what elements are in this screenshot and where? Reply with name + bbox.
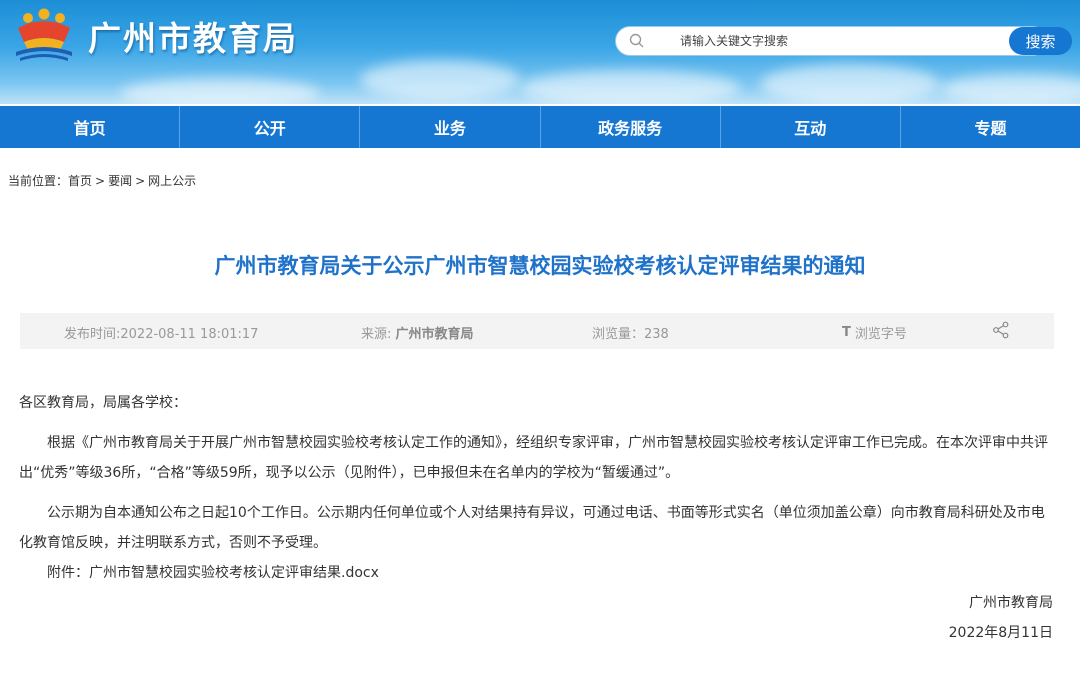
header-cloud-decoration xyxy=(940,74,1080,104)
font-size-icon: T xyxy=(842,325,851,340)
nav-item-government-services[interactable]: 政务服务 xyxy=(541,106,721,148)
source-value: 广州市教育局 xyxy=(395,327,474,342)
nav-item-home[interactable]: 首页 xyxy=(0,106,181,148)
article-source: 来源: 广州市教育局 xyxy=(361,323,474,342)
breadcrumb: 当前位置：首页 > 要闻 > 网上公示 xyxy=(8,172,196,189)
article-signature: 广州市教育局 xyxy=(969,595,1053,611)
nav-item-topics[interactable]: 专题 xyxy=(901,106,1080,148)
search-input[interactable] xyxy=(680,31,980,51)
breadcrumb-home-link[interactable]: 首页 xyxy=(68,174,92,188)
main-nav: 首页 公开 业务 政务服务 互动 专题 xyxy=(0,106,1080,148)
attachment-link[interactable]: 广州市智慧校园实验校考核认定评审结果.docx xyxy=(89,565,379,581)
font-size-toggle[interactable]: T 浏览字号 xyxy=(842,323,907,342)
attachment: 附件：广州市智慧校园实验校考核认定评审结果.docx xyxy=(19,558,1055,588)
source-label: 来源: xyxy=(361,327,396,342)
search-button[interactable]: 搜索 xyxy=(1009,27,1072,55)
article-paragraph: 根据《广州市教育局关于开展广州市智慧校园实验校考核认定工作的通知》，经组织专家评… xyxy=(19,435,1048,481)
breadcrumb-separator: > xyxy=(95,174,106,188)
site-name[interactable]: 广州市教育局 xyxy=(88,12,298,60)
header-cloud-decoration xyxy=(760,64,940,104)
share-icon[interactable] xyxy=(992,321,1010,339)
nav-item-business[interactable]: 业务 xyxy=(360,106,541,148)
breadcrumb-news-link[interactable]: 要闻 xyxy=(108,174,132,188)
attachment-label: 附件： xyxy=(47,565,89,581)
header-cloud-decoration xyxy=(520,70,740,104)
article-body: 各区教育局，局属各学校： 根据《广州市教育局关于开展广州市智慧校园实验校考核认定… xyxy=(19,388,1055,648)
header-cloud-decoration xyxy=(120,78,320,104)
nav-item-disclosure[interactable]: 公开 xyxy=(180,106,361,148)
breadcrumb-public-notice-link[interactable]: 网上公示 xyxy=(148,174,196,188)
view-count: 浏览量：238 xyxy=(592,327,669,342)
nav-item-interaction[interactable]: 互动 xyxy=(721,106,901,148)
site-header: 广州市教育局 搜索 xyxy=(0,0,1080,104)
header-cloud-decoration xyxy=(360,60,520,100)
article-paragraph: 公示期为自本通知公布之日起10个工作日。公示期内任何单位或个人对结果持有异议，可… xyxy=(19,505,1045,551)
article-title: 广州市教育局关于公示广州市智慧校园实验校考核认定评审结果的通知 xyxy=(214,254,866,278)
font-size-label: 浏览字号 xyxy=(854,327,907,342)
education-bureau-logo-icon[interactable] xyxy=(12,8,76,64)
search-icon xyxy=(629,33,644,48)
breadcrumb-separator: > xyxy=(135,174,146,188)
breadcrumb-prefix: 当前位置： xyxy=(8,174,69,188)
article-greeting: 各区教育局，局属各学校： xyxy=(19,395,187,411)
publish-time: 发布时间:2022-08-11 18:01:17 xyxy=(64,327,259,342)
article-meta-bar: 发布时间:2022-08-11 18:01:17 来源: 广州市教育局 浏览量：… xyxy=(20,313,1054,349)
article-sign-date: 2022年8月11日 xyxy=(948,625,1053,641)
